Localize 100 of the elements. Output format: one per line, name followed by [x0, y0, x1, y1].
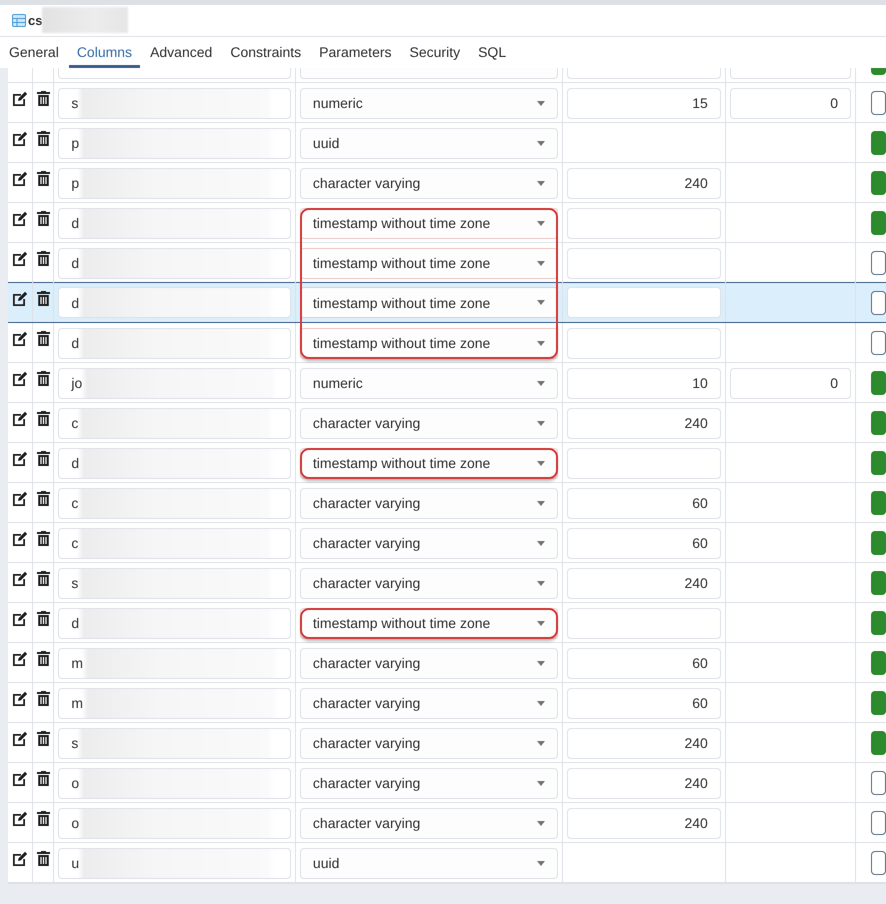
table-row[interactable]: m character varying 60: [8, 683, 886, 723]
length-field[interactable]: [567, 448, 721, 478]
tab[interactable]: SQL: [470, 37, 514, 68]
toggle-switch[interactable]: [871, 811, 886, 835]
name-field[interactable]: jo: [58, 368, 291, 398]
name-field[interactable]: m: [58, 688, 291, 718]
trash-icon[interactable]: [36, 131, 50, 146]
name-field[interactable]: c: [58, 528, 291, 558]
table-row[interactable]: d timestamp without time zone: [8, 323, 886, 363]
toggle-switch[interactable]: [871, 371, 886, 395]
edit-icon[interactable]: [12, 371, 28, 387]
table-row[interactable]: d timestamp without time zone: [8, 603, 886, 643]
edit-icon[interactable]: [12, 171, 28, 187]
tab[interactable]: General: [1, 37, 67, 68]
table-row[interactable]: c character varying 60: [8, 523, 886, 563]
type-select[interactable]: numeric: [300, 368, 558, 398]
length-field[interactable]: 240: [567, 168, 721, 198]
edit-icon[interactable]: [12, 131, 28, 147]
edit-icon[interactable]: [12, 691, 28, 707]
toggle-switch[interactable]: [871, 851, 886, 875]
toggle-switch[interactable]: [871, 611, 886, 635]
toggle-switch[interactable]: [871, 531, 886, 555]
trash-icon[interactable]: [36, 291, 50, 306]
name-field[interactable]: d: [58, 608, 291, 638]
toggle-switch[interactable]: [871, 251, 886, 275]
table-row[interactable]: jo numeric 10 0: [8, 363, 886, 403]
trash-icon[interactable]: [36, 371, 50, 386]
toggle-switch[interactable]: [871, 91, 886, 115]
name-field[interactable]: c: [58, 408, 291, 438]
length-field[interactable]: [567, 328, 721, 358]
trash-icon[interactable]: [36, 171, 50, 186]
length-field[interactable]: 60: [567, 528, 721, 558]
name-field[interactable]: s: [58, 728, 291, 758]
length-field[interactable]: [567, 208, 721, 238]
type-select[interactable]: uuid: [300, 848, 558, 878]
type-select[interactable]: character varying: [300, 168, 558, 198]
table-row[interactable]: p character varying 240: [8, 163, 886, 203]
table-row[interactable]: o character varying 240: [8, 763, 886, 803]
name-field[interactable]: c: [58, 488, 291, 518]
table-row[interactable]: c character varying 60: [8, 483, 886, 523]
type-select[interactable]: timestamp without time zone: [300, 608, 558, 638]
name-field[interactable]: u: [58, 848, 291, 878]
type-select[interactable]: character varying: [300, 808, 558, 838]
toggle-switch[interactable]: [871, 651, 886, 675]
toggle-switch[interactable]: [871, 731, 886, 755]
name-field[interactable]: s: [58, 88, 291, 118]
table-row[interactable]: m character varying 60: [8, 643, 886, 683]
trash-icon[interactable]: [36, 531, 50, 546]
toggle-switch[interactable]: [871, 451, 886, 475]
name-field[interactable]: p: [58, 168, 291, 198]
type-select[interactable]: character varying: [300, 568, 558, 598]
tab[interactable]: Constraints: [222, 37, 310, 68]
type-select[interactable]: character varying: [300, 648, 558, 678]
length-field[interactable]: 240: [567, 728, 721, 758]
trash-icon[interactable]: [36, 411, 50, 426]
trash-icon[interactable]: [36, 451, 50, 466]
length-field[interactable]: [567, 608, 721, 638]
type-select[interactable]: timestamp without time zone: [300, 448, 558, 478]
edit-icon[interactable]: [12, 451, 28, 467]
table-row[interactable]: d timestamp without time zone: [8, 443, 886, 483]
name-field[interactable]: d: [58, 287, 291, 318]
length-field[interactable]: [567, 248, 721, 278]
trash-icon[interactable]: [36, 251, 50, 266]
table-row[interactable]: o character varying 240: [8, 803, 886, 843]
tab[interactable]: Parameters: [311, 37, 400, 68]
trash-icon[interactable]: [36, 611, 50, 626]
edit-icon[interactable]: [12, 811, 28, 827]
trash-icon[interactable]: [36, 491, 50, 506]
name-field[interactable]: d: [58, 248, 291, 278]
type-select[interactable]: character varying: [300, 768, 558, 798]
tab[interactable]: Security: [402, 37, 468, 68]
trash-icon[interactable]: [36, 731, 50, 746]
trash-icon[interactable]: [36, 211, 50, 226]
toggle-switch[interactable]: [871, 491, 886, 515]
toggle-switch[interactable]: [871, 131, 886, 155]
toggle-switch[interactable]: [871, 290, 886, 314]
length-field[interactable]: 240: [567, 768, 721, 798]
type-select[interactable]: character varying: [300, 728, 558, 758]
type-select[interactable]: character varying: [300, 688, 558, 718]
toggle-switch[interactable]: [871, 771, 886, 795]
length-field[interactable]: 240: [567, 568, 721, 598]
edit-icon[interactable]: [12, 611, 28, 627]
length-field[interactable]: 240: [567, 408, 721, 438]
toggle-switch[interactable]: [871, 691, 886, 715]
toggle-switch[interactable]: [871, 331, 886, 355]
name-field[interactable]: p: [58, 128, 291, 158]
name-field[interactable]: o: [58, 808, 291, 838]
type-select[interactable]: uuid: [300, 128, 558, 158]
trash-icon[interactable]: [36, 571, 50, 586]
toggle-switch[interactable]: [871, 411, 886, 435]
type-select[interactable]: numeric: [300, 88, 558, 118]
precision-field[interactable]: 0: [730, 88, 851, 118]
trash-icon[interactable]: [36, 651, 50, 666]
type-select[interactable]: character varying: [300, 488, 558, 518]
selected-row[interactable]: d timestamp without time zone: [8, 282, 886, 323]
table-row[interactable]: s numeric 15 0: [8, 83, 886, 123]
name-field[interactable]: d: [58, 448, 291, 478]
name-field[interactable]: d: [58, 208, 291, 238]
toggle-switch[interactable]: [871, 211, 886, 235]
name-field[interactable]: s: [58, 568, 291, 598]
